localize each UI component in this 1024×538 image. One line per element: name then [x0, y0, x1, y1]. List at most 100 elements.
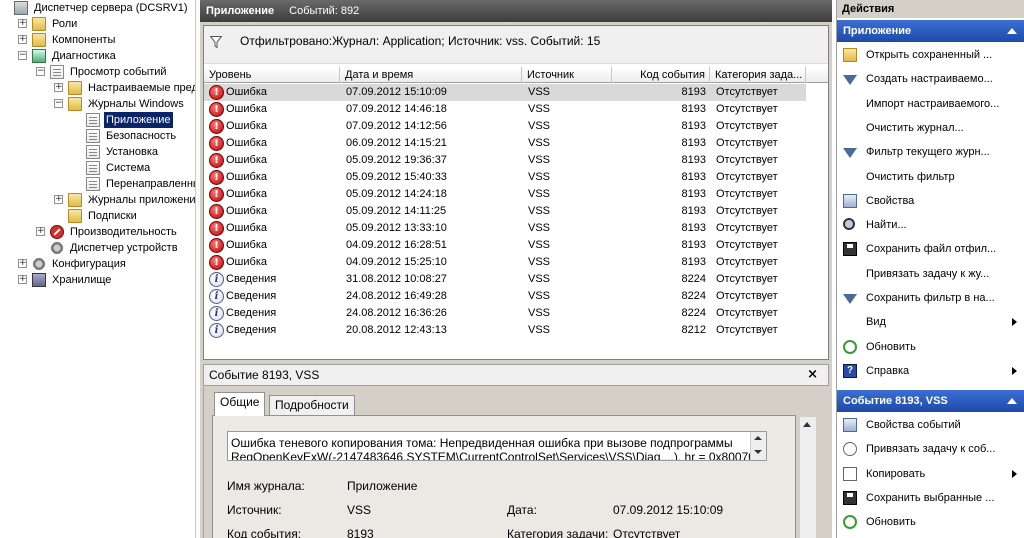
tree-item[interactable]: Подписки	[0, 208, 195, 224]
expand-icon[interactable]: +	[18, 275, 27, 284]
description-scrollbar[interactable]	[750, 432, 766, 460]
action-item[interactable]: Сохранить выбранные ...	[837, 487, 1024, 509]
expand-icon[interactable]: +	[54, 195, 63, 204]
cell-event-id: 8193	[681, 205, 706, 217]
filter-description: Отфильтровано:Журнал: Application; Источ…	[240, 34, 601, 48]
tree-item[interactable]: − Диагностика	[0, 48, 195, 64]
error-icon: !	[209, 85, 224, 100]
table-row[interactable]: ! Ошибка 05.09.2012 13:33:10 VSS 8193 Отсутст…	[204, 220, 806, 237]
tree-item[interactable]: + Роли	[0, 16, 195, 32]
column-event-id[interactable]: Код события	[612, 67, 710, 83]
action-item[interactable]: Свойства событий	[837, 414, 1024, 436]
expand-icon[interactable]: +	[54, 83, 63, 92]
table-row[interactable]: ! Ошибка 05.09.2012 14:11:25 VSS 8193 Отсутст…	[204, 203, 806, 220]
navigation-tree[interactable]: Диспетчер сервера (DCSRV1) + Роли + Компонен…	[0, 0, 196, 538]
collapse-icon[interactable]	[1007, 28, 1017, 34]
event-description[interactable]: Ошибка теневого копирования тома: Непред…	[227, 431, 767, 461]
log-icon	[86, 145, 100, 159]
cell-datetime: 20.08.2012 12:43:13	[346, 324, 447, 336]
action-item[interactable]: Сохранить файл отфил...	[837, 238, 1024, 260]
tree-item[interactable]: Установка	[0, 144, 195, 160]
cell-datetime: 07.09.2012 14:12:56	[346, 120, 447, 132]
table-row[interactable]: i Сведения 24.08.2012 16:49:28 VSS 8224 Отсут…	[204, 288, 806, 305]
tree-item[interactable]: + Компоненты	[0, 32, 195, 48]
actions-section-event[interactable]: Событие 8193, VSS	[837, 390, 1024, 412]
table-row[interactable]: i Сведения 24.08.2012 16:36:26 VSS 8224 Отсут…	[204, 305, 806, 322]
configuration-icon	[32, 257, 46, 271]
action-item[interactable]: Обновить	[837, 511, 1024, 533]
action-item[interactable]: ? Справка	[837, 360, 1024, 382]
tree-item[interactable]: Перенаправленные события	[0, 176, 195, 192]
scroll-down-icon[interactable]	[754, 450, 762, 454]
action-item[interactable]: Копировать	[837, 463, 1024, 485]
action-item[interactable]: Фильтр текущего журн...	[837, 141, 1024, 163]
action-item[interactable]: Найти...	[837, 214, 1024, 236]
action-item[interactable]: Импорт настраиваемого...	[837, 93, 1024, 115]
action-item[interactable]: Привязать задачу к соб...	[837, 438, 1024, 460]
action-item[interactable]: Очистить фильтр	[837, 166, 1024, 188]
tree-item[interactable]: Диспетчер устройств	[0, 240, 195, 256]
tree-item[interactable]: + Производительность	[0, 224, 195, 240]
tree-item[interactable]: + Настраиваемые представления	[0, 80, 195, 96]
table-row[interactable]: ! Ошибка 07.09.2012 14:46:18 VSS 8193 Отсутст…	[204, 101, 806, 118]
actions-section-log[interactable]: Приложение	[837, 20, 1024, 42]
log-icon	[86, 113, 100, 127]
error-icon: !	[209, 187, 224, 202]
tab-details[interactable]: Подробности	[269, 395, 355, 415]
column-source[interactable]: Источник	[522, 67, 612, 83]
action-item[interactable]: Привязать задачу к жу...	[837, 263, 1024, 285]
tree-item[interactable]: + Журналы приложений и служб	[0, 192, 195, 208]
table-row[interactable]: ! Ошибка 07.09.2012 15:10:09 VSS 8193 Отсутст…	[204, 84, 806, 101]
cell-source: VSS	[528, 171, 551, 183]
task-category-value: Отсутствует	[613, 527, 681, 538]
table-row[interactable]: ! Ошибка 05.09.2012 14:24:18 VSS 8193 Отсутст…	[204, 186, 806, 203]
expand-icon[interactable]: +	[18, 19, 27, 28]
tree-item[interactable]: + Хранилище	[0, 272, 195, 288]
expand-icon[interactable]: +	[36, 227, 45, 236]
table-row[interactable]: i Сведения 20.08.2012 12:43:13 VSS 8212 Отсут…	[204, 322, 806, 339]
detail-scrollbar[interactable]	[800, 417, 816, 538]
scroll-up-icon[interactable]	[754, 436, 762, 440]
column-datetime[interactable]: Дата и время	[340, 67, 522, 83]
action-item[interactable]: Обновить	[837, 336, 1024, 358]
tab-general[interactable]: Общие	[214, 392, 266, 416]
action-item[interactable]: Сохранить фильтр в на...	[837, 287, 1024, 309]
cell-level: Ошибка	[226, 120, 267, 132]
log-header: Приложение Событий: 892	[200, 0, 832, 22]
expand-icon[interactable]: +	[18, 35, 27, 44]
action-label: Открыть сохраненный ...	[866, 49, 993, 61]
tree-item[interactable]: Приложение	[0, 112, 195, 128]
tree-item[interactable]: Диспетчер сервера (DCSRV1)	[0, 0, 195, 16]
submenu-arrow-icon	[1012, 469, 1017, 478]
tree-item[interactable]: Безопасность	[0, 128, 195, 144]
collapse-icon[interactable]	[1007, 398, 1017, 404]
action-item[interactable]: Свойства	[837, 190, 1024, 212]
expand-icon[interactable]: +	[18, 259, 27, 268]
error-icon: !	[209, 255, 224, 270]
table-row[interactable]: ! Ошибка 05.09.2012 15:40:33 VSS 8193 Отсутст…	[204, 169, 806, 186]
table-row[interactable]: i Сведения 31.08.2012 10:08:27 VSS 8224 Отсут…	[204, 271, 806, 288]
action-item[interactable]: Открыть сохраненный ...	[837, 44, 1024, 66]
log-icon	[86, 177, 100, 191]
tree-item[interactable]: − Просмотр событий	[0, 64, 195, 80]
action-item[interactable]: Очистить журнал...	[837, 117, 1024, 139]
close-icon[interactable]: ×	[807, 365, 818, 385]
table-row[interactable]: ! Ошибка 04.09.2012 15:25:10 VSS 8193 Отсутст…	[204, 254, 806, 271]
collapse-icon[interactable]: −	[54, 99, 63, 108]
tree-item[interactable]: Система	[0, 160, 195, 176]
table-header: Уровень Дата и время Источник Код событи…	[204, 67, 828, 83]
table-row[interactable]: ! Ошибка 04.09.2012 16:28:51 VSS 8193 Отсутст…	[204, 237, 806, 254]
collapse-icon[interactable]: −	[18, 51, 27, 60]
action-item[interactable]: Создать настраиваемо...	[837, 68, 1024, 90]
table-row[interactable]: ! Ошибка 06.09.2012 14:15:21 VSS 8193 Отсутст…	[204, 135, 806, 152]
table-row[interactable]: ! Ошибка 07.09.2012 14:12:56 VSS 8193 Отсутст…	[204, 118, 806, 135]
scroll-up-icon[interactable]	[803, 422, 811, 427]
collapse-icon[interactable]: −	[36, 67, 45, 76]
column-task-category[interactable]: Категория зада...	[710, 67, 806, 83]
tree-item[interactable]: − Журналы Windows	[0, 96, 195, 112]
column-level[interactable]: Уровень	[204, 67, 340, 83]
table-row[interactable]: ! Ошибка 05.09.2012 19:36:37 VSS 8193 Отсутст…	[204, 152, 806, 169]
error-icon: !	[209, 170, 224, 185]
tree-item[interactable]: + Конфигурация	[0, 256, 195, 272]
action-item[interactable]: Вид	[837, 311, 1024, 333]
